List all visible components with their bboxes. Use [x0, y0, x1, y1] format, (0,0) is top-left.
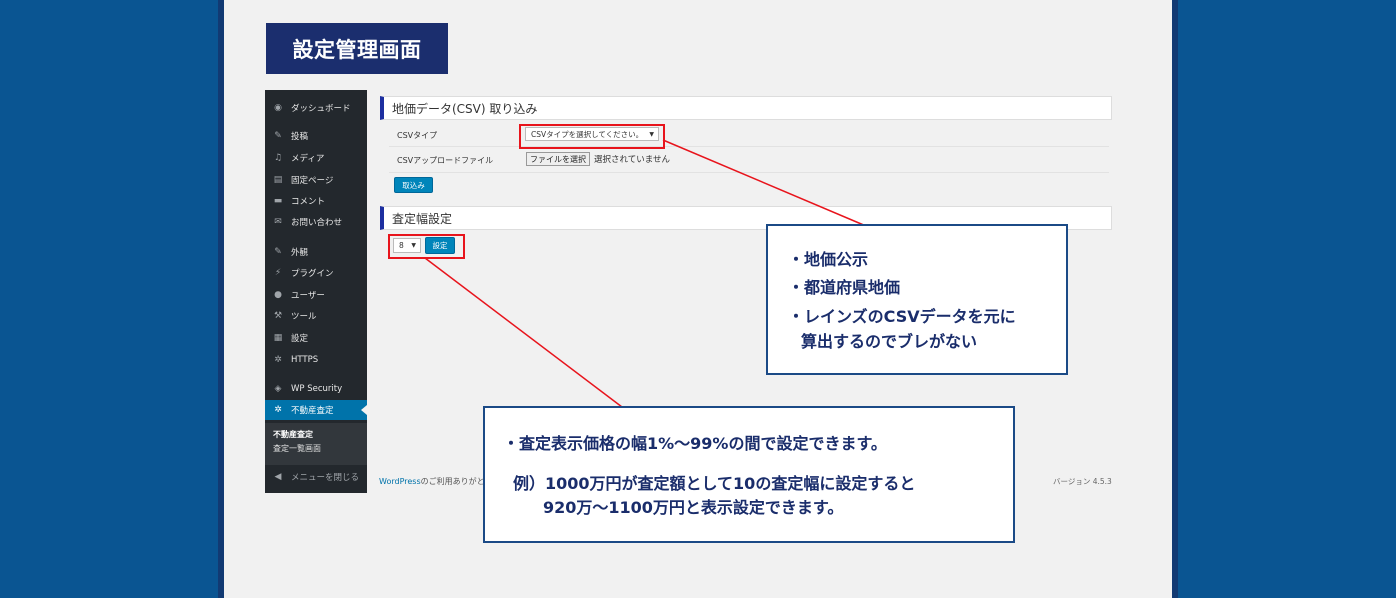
plugin-icon: ⚡ [274, 268, 282, 278]
callout-line: ・都道府県地価 [788, 278, 901, 297]
csv-upload-label: CSVアップロードファイル [397, 156, 494, 165]
version-text: バージョン 4.5.3 [1053, 477, 1112, 486]
wrench-icon: ⚒ [273, 311, 283, 321]
sidebar-item[interactable]: ♫ メディア [265, 148, 367, 168]
callout-line: ・レインズのCSVデータを元に [788, 307, 1016, 326]
sidebar-item-label: プラグイン [291, 269, 334, 279]
collapse-menu-button[interactable]: ◀ メニューを閉じる [265, 467, 367, 487]
choose-file-button[interactable]: ファイルを選択 [526, 152, 590, 166]
right-border-stripe [1172, 0, 1178, 598]
sidebar-item[interactable]: ▤ 固定ページ [265, 170, 367, 190]
sidebar-item-label: ユーザー [291, 291, 325, 301]
sidebar-item[interactable]: ✲ 不動産査定 [265, 400, 367, 420]
submenu-item[interactable]: 不動産査定 [273, 429, 313, 440]
sidebar-item-label: 外観 [291, 248, 309, 258]
sidebar-item-label: ダッシュボード [291, 104, 351, 114]
sidebar-item-label: WP Security [291, 384, 343, 394]
submenu-item[interactable]: 査定一覧画面 [273, 443, 321, 454]
mail-icon: ✉ [274, 217, 282, 227]
sidebar-item[interactable]: ▬ コメント [265, 191, 367, 211]
range-explanation-callout: ・査定表示価格の幅1%～99%の間で設定できます。 例）1000万円が査定額とし… [483, 406, 1015, 543]
page-icon: ▤ [273, 175, 283, 185]
footer-credit-text: のご利用ありがと [420, 477, 485, 486]
pin-icon: ✎ [274, 131, 282, 141]
sidebar-item[interactable]: ▦ 設定 [265, 328, 367, 348]
range-highlight [388, 234, 465, 259]
sidebar-item-label: お問い合わせ [291, 218, 343, 228]
media-icon: ♫ [273, 153, 283, 163]
admin-sidebar: ◉ ダッシュボード ✎ 投稿 ♫ メディア ▤ 固定ページ ▬ コメント ✉ お問い合わせ ✎ 外観 ⚡ プラ… [265, 90, 367, 493]
sidebar-item-label: コメント [291, 197, 326, 207]
comment-icon: ▬ [273, 196, 283, 206]
brush-icon: ✎ [274, 247, 282, 257]
file-status-text: 選択されていません [594, 155, 670, 165]
callout-line: ・地価公示 [788, 250, 869, 269]
dashboard-icon: ◉ [274, 103, 282, 113]
user-icon: ● [274, 290, 282, 300]
sidebar-item-label: HTTPS [291, 355, 319, 365]
wordpress-link[interactable]: WordPress [379, 477, 421, 486]
import-button[interactable]: 取込み [394, 177, 433, 193]
settings-icon: ▦ [273, 333, 283, 343]
sidebar-item-label: メディア [291, 154, 325, 164]
csv-section-heading: 地価データ(CSV) 取り込み [380, 96, 1112, 120]
sidebar-item[interactable]: ✉ お問い合わせ [265, 212, 367, 232]
sidebar-item[interactable]: ◈ WP Security [265, 379, 367, 399]
sidebar-item-label: 設定 [291, 334, 309, 344]
sidebar-item[interactable]: ⚒ ツール [265, 306, 367, 326]
collapse-menu-label: メニューを閉じる [291, 473, 360, 483]
gear-icon: ✲ [274, 405, 282, 415]
callout-line: ・査定表示価格の幅1%～99%の間で設定できます。 [503, 434, 887, 453]
sidebar-item[interactable]: ✎ 外観 [265, 242, 367, 262]
sidebar-item-label: 投稿 [291, 132, 309, 142]
row-divider [389, 146, 1109, 147]
sidebar-item-label: ツール [291, 312, 317, 322]
row-divider [389, 172, 1109, 173]
sidebar-item[interactable]: ◉ ダッシュボード [265, 98, 367, 118]
csv-type-highlight [519, 124, 665, 149]
shield-icon: ◈ [274, 384, 282, 394]
collapse-icon: ◀ [274, 472, 282, 482]
sidebar-item-label: 固定ページ [291, 176, 334, 186]
data-source-callout: ・地価公示 ・都道府県地価 ・レインズのCSVデータを元に 算出するのでブレがな… [766, 224, 1068, 375]
sidebar-item[interactable]: ⚡ プラグイン [265, 263, 367, 283]
sidebar-item[interactable]: ✎ 投稿 [265, 126, 367, 146]
footer-credit: WordPressのご利用ありがと [379, 476, 485, 487]
sidebar-item-label: 不動産査定 [291, 406, 334, 416]
page-title: 設定管理画面 [266, 23, 448, 74]
callout-line: 例）1000万円が査定額として10の査定幅に設定すると [513, 474, 916, 493]
sidebar-submenu: 不動産査定査定一覧画面 [265, 423, 367, 465]
callout-line: 920万～1100万円と表示設定できます。 [543, 498, 844, 517]
sidebar-item[interactable]: ✲ HTTPS [265, 350, 367, 370]
csv-type-label: CSVタイプ [397, 131, 438, 140]
gear-icon: ✲ [274, 355, 282, 365]
sidebar-item[interactable]: ● ユーザー [265, 285, 367, 305]
callout-line: 算出するのでブレがない [801, 332, 978, 351]
